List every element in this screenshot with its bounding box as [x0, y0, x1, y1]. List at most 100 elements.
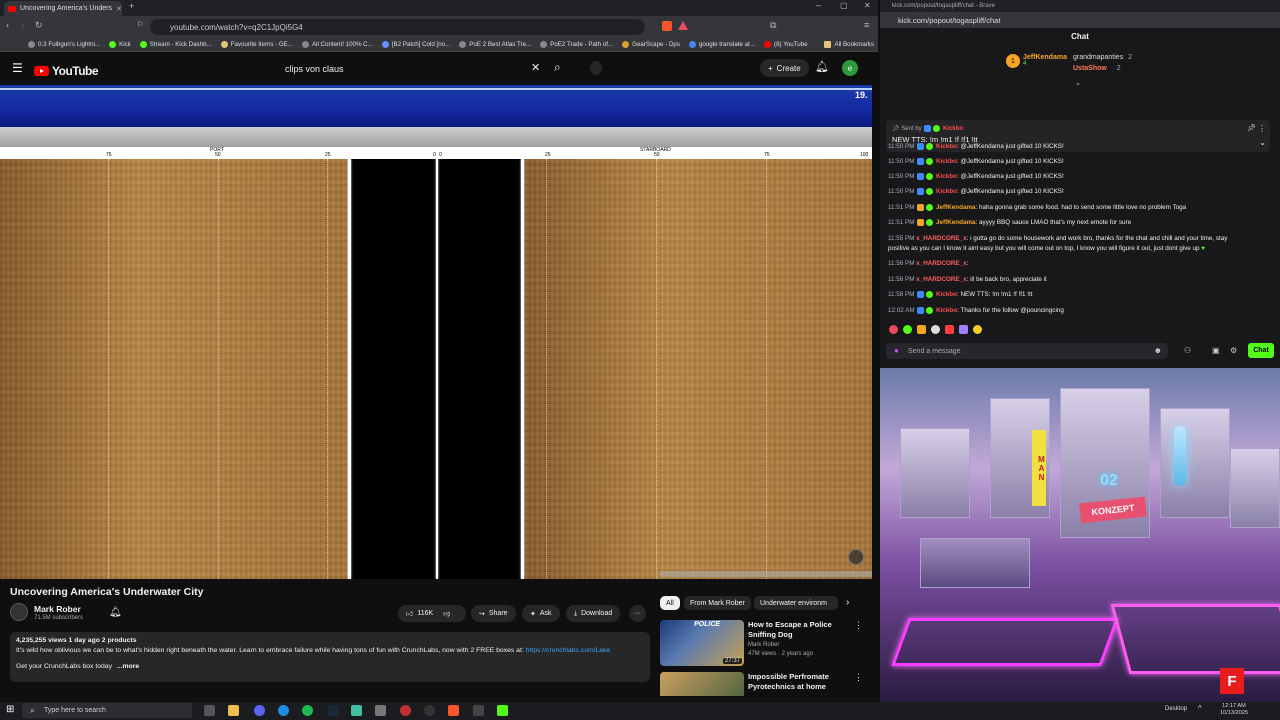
bookmark-item[interactable]: 0.3 Fulbgun's Lightni...: [28, 41, 100, 48]
app-icon[interactable]: [424, 705, 435, 716]
subscribed-bell-icon[interactable]: 🔔︎: [109, 607, 122, 618]
description-box[interactable]: 4,235,255 views 1 day ago 2 products It'…: [10, 632, 650, 682]
like-count[interactable]: 116K: [417, 610, 433, 617]
channel-avatar[interactable]: [10, 603, 28, 621]
maximize-icon[interactable]: ▢: [840, 1, 848, 10]
recommendation-menu-icon[interactable]: ⋮: [854, 620, 863, 631]
share-button[interactable]: ↪ Share: [471, 605, 516, 622]
leaderboard-entry[interactable]: JeffKendama 4: [1023, 54, 1067, 67]
desktop-toolbar-label[interactable]: Desktop: [1165, 706, 1187, 712]
emote-icon[interactable]: [931, 325, 940, 334]
emote-icon[interactable]: [889, 325, 898, 334]
chat-message[interactable]: 11:58 PM Kickbo: NEW TTS: !m !m1 !f !f1 …: [888, 291, 1268, 299]
url-field[interactable]: youtube.com/watch?v=q2C1JpQi5G4: [150, 19, 645, 35]
brave-shield-icon[interactable]: [662, 21, 672, 31]
channel-watermark-icon[interactable]: [848, 549, 864, 565]
pinned-menu-icon[interactable]: ⋮: [1258, 124, 1266, 133]
bookmark-item[interactable]: Kick: [109, 41, 131, 48]
chip-topic[interactable]: Underwater environm: [754, 596, 838, 610]
task-view-icon[interactable]: [204, 705, 215, 716]
emote-icon[interactable]: [973, 325, 982, 334]
chat-message[interactable]: 11:51 PM JeffKendama: ayyyy BBQ sauce LM…: [888, 219, 1268, 227]
youtube-logo[interactable]: YouTube: [34, 64, 99, 78]
leaderboard-entry[interactable]: UstaShow 2: [1073, 65, 1121, 72]
thumbs-up-icon[interactable]: 👍︎: [406, 609, 413, 618]
recommendation-menu-icon[interactable]: ⋮: [854, 672, 863, 683]
emote-icon[interactable]: [903, 325, 912, 334]
bookmark-item[interactable]: GearScape - Dps: [622, 41, 680, 48]
bookmark-item[interactable]: Stream - Kick Dashb...: [139, 41, 212, 48]
bookmark-item[interactable]: [B2 Patch] Cold [no...: [381, 41, 450, 48]
bookmark-item[interactable]: All Content! 100% C...: [301, 41, 373, 48]
app-icon[interactable]: [473, 705, 484, 716]
show-more-link[interactable]: ...more: [117, 663, 139, 670]
chat-message[interactable]: 11:50 PM Kickbo: @JeffKendama just gifte…: [888, 143, 1268, 151]
emote-icon[interactable]: [945, 325, 954, 334]
discord-icon[interactable]: [254, 705, 265, 716]
brave-rewards-icon[interactable]: [678, 21, 688, 30]
close-window-icon[interactable]: ✕: [864, 1, 871, 10]
chat-message[interactable]: 11:56 PM x_HARDCORE_x:: [888, 260, 1268, 268]
bookmark-item[interactable]: Favourite Items - GE...: [220, 41, 293, 48]
recommendation-thumbnail[interactable]: [660, 672, 744, 696]
windows-start-icon[interactable]: ⊞: [6, 704, 14, 715]
recommendation-thumbnail[interactable]: POLICE 27:37: [660, 620, 744, 666]
app-icon[interactable]: [400, 705, 411, 716]
app-icon[interactable]: [351, 705, 362, 716]
bookmark-item[interactable]: (8) YouTube: [764, 41, 808, 48]
download-button[interactable]: ⤓ Download: [566, 605, 621, 622]
bookmark-item[interactable]: google translate at...: [688, 41, 755, 48]
chat-tools-icon[interactable]: ⚇: [1184, 346, 1191, 355]
minimize-icon[interactable]: –: [816, 0, 821, 10]
brave-browser-icon[interactable]: [448, 705, 459, 716]
search-icon[interactable]: ⌕: [554, 60, 561, 75]
chat-message[interactable]: 11:58 PM x_HARDCORE_x: ill be back bro, …: [888, 276, 1268, 284]
thumbs-down-icon[interactable]: 👎︎: [443, 609, 450, 618]
app-icon[interactable]: [375, 705, 386, 716]
steam-icon[interactable]: [328, 705, 339, 716]
menu-icon[interactable]: ≡: [864, 20, 869, 30]
close-tab-icon[interactable]: ✕: [116, 5, 122, 13]
channel-name[interactable]: Mark Rober: [34, 604, 83, 614]
video-player[interactable]: 19. PORT STARBOARD 75 50 25 0 0 25 50 75…: [0, 85, 872, 579]
all-bookmarks[interactable]: All Bookmarks: [824, 41, 874, 48]
ask-button[interactable]: ✦ Ask: [522, 605, 560, 622]
send-chat-button[interactable]: Chat: [1248, 343, 1274, 358]
app-icon[interactable]: [278, 705, 289, 716]
right-address-bar[interactable]: kick.com/popout/togaspliff/chat: [880, 12, 1280, 28]
leaderboard-expand-icon[interactable]: ⌄: [1075, 79, 1081, 87]
chip-all[interactable]: All: [660, 596, 680, 610]
spotify-icon[interactable]: [302, 705, 313, 716]
recommendation-item[interactable]: POLICE 27:37 How to Escape a Police Snif…: [660, 620, 872, 666]
hamburger-menu-icon[interactable]: ☰: [12, 61, 23, 75]
voice-search-icon[interactable]: [590, 61, 602, 75]
bookmark-item[interactable]: PoE2 Trade - Path of...: [540, 41, 613, 48]
mic-icon[interactable]: ●: [894, 346, 899, 355]
file-explorer-icon[interactable]: [228, 705, 239, 716]
forward-icon[interactable]: ›: [21, 20, 24, 30]
new-tab-icon[interactable]: +: [129, 1, 134, 11]
bookmark-page-icon[interactable]: ⚐: [137, 20, 144, 29]
chat-message-input[interactable]: ● Send a message ☻: [886, 343, 1168, 359]
taskbar-search-field[interactable]: ⌕ Type here to search: [22, 703, 192, 718]
bookmark-item[interactable]: PoE 2 Best Atlas Tre...: [459, 41, 531, 48]
back-icon[interactable]: ‹: [6, 20, 9, 30]
gift-icon[interactable]: ▣: [1212, 346, 1220, 355]
reload-icon[interactable]: ↻: [35, 20, 43, 31]
notifications-bell-icon[interactable]: 🔔︎: [815, 60, 829, 73]
browser-tab[interactable]: Uncovering America's Unders ✕: [4, 1, 122, 16]
description-link[interactable]: https://crunchlabs.com/Lake: [526, 647, 611, 654]
chat-message[interactable]: 11:50 PM Kickbo: @JeffKendama just gifte…: [888, 188, 1268, 196]
recommendation-item[interactable]: Impossible Perfromate Pyrotechnics at ho…: [660, 672, 872, 696]
chat-message[interactable]: 12:02 AM Kickbo: Thanks for the follow @…: [888, 307, 1268, 315]
emoji-picker-icon[interactable]: ☻: [1154, 346, 1162, 355]
chat-message[interactable]: 11:51 PM JeffKendama: haha gonna grab so…: [888, 204, 1268, 212]
emote-icon[interactable]: [917, 325, 926, 334]
create-button[interactable]: + Create: [760, 59, 809, 77]
leaderboard-entry[interactable]: grandmapanties 2: [1073, 54, 1132, 61]
tray-chevron-icon[interactable]: ^: [1198, 704, 1202, 713]
chips-next-icon[interactable]: ›: [846, 597, 849, 608]
account-avatar[interactable]: e: [842, 60, 858, 76]
chip-from-channel[interactable]: From Mark Rober: [684, 596, 751, 610]
extensions-icon[interactable]: ⧉: [770, 20, 776, 31]
